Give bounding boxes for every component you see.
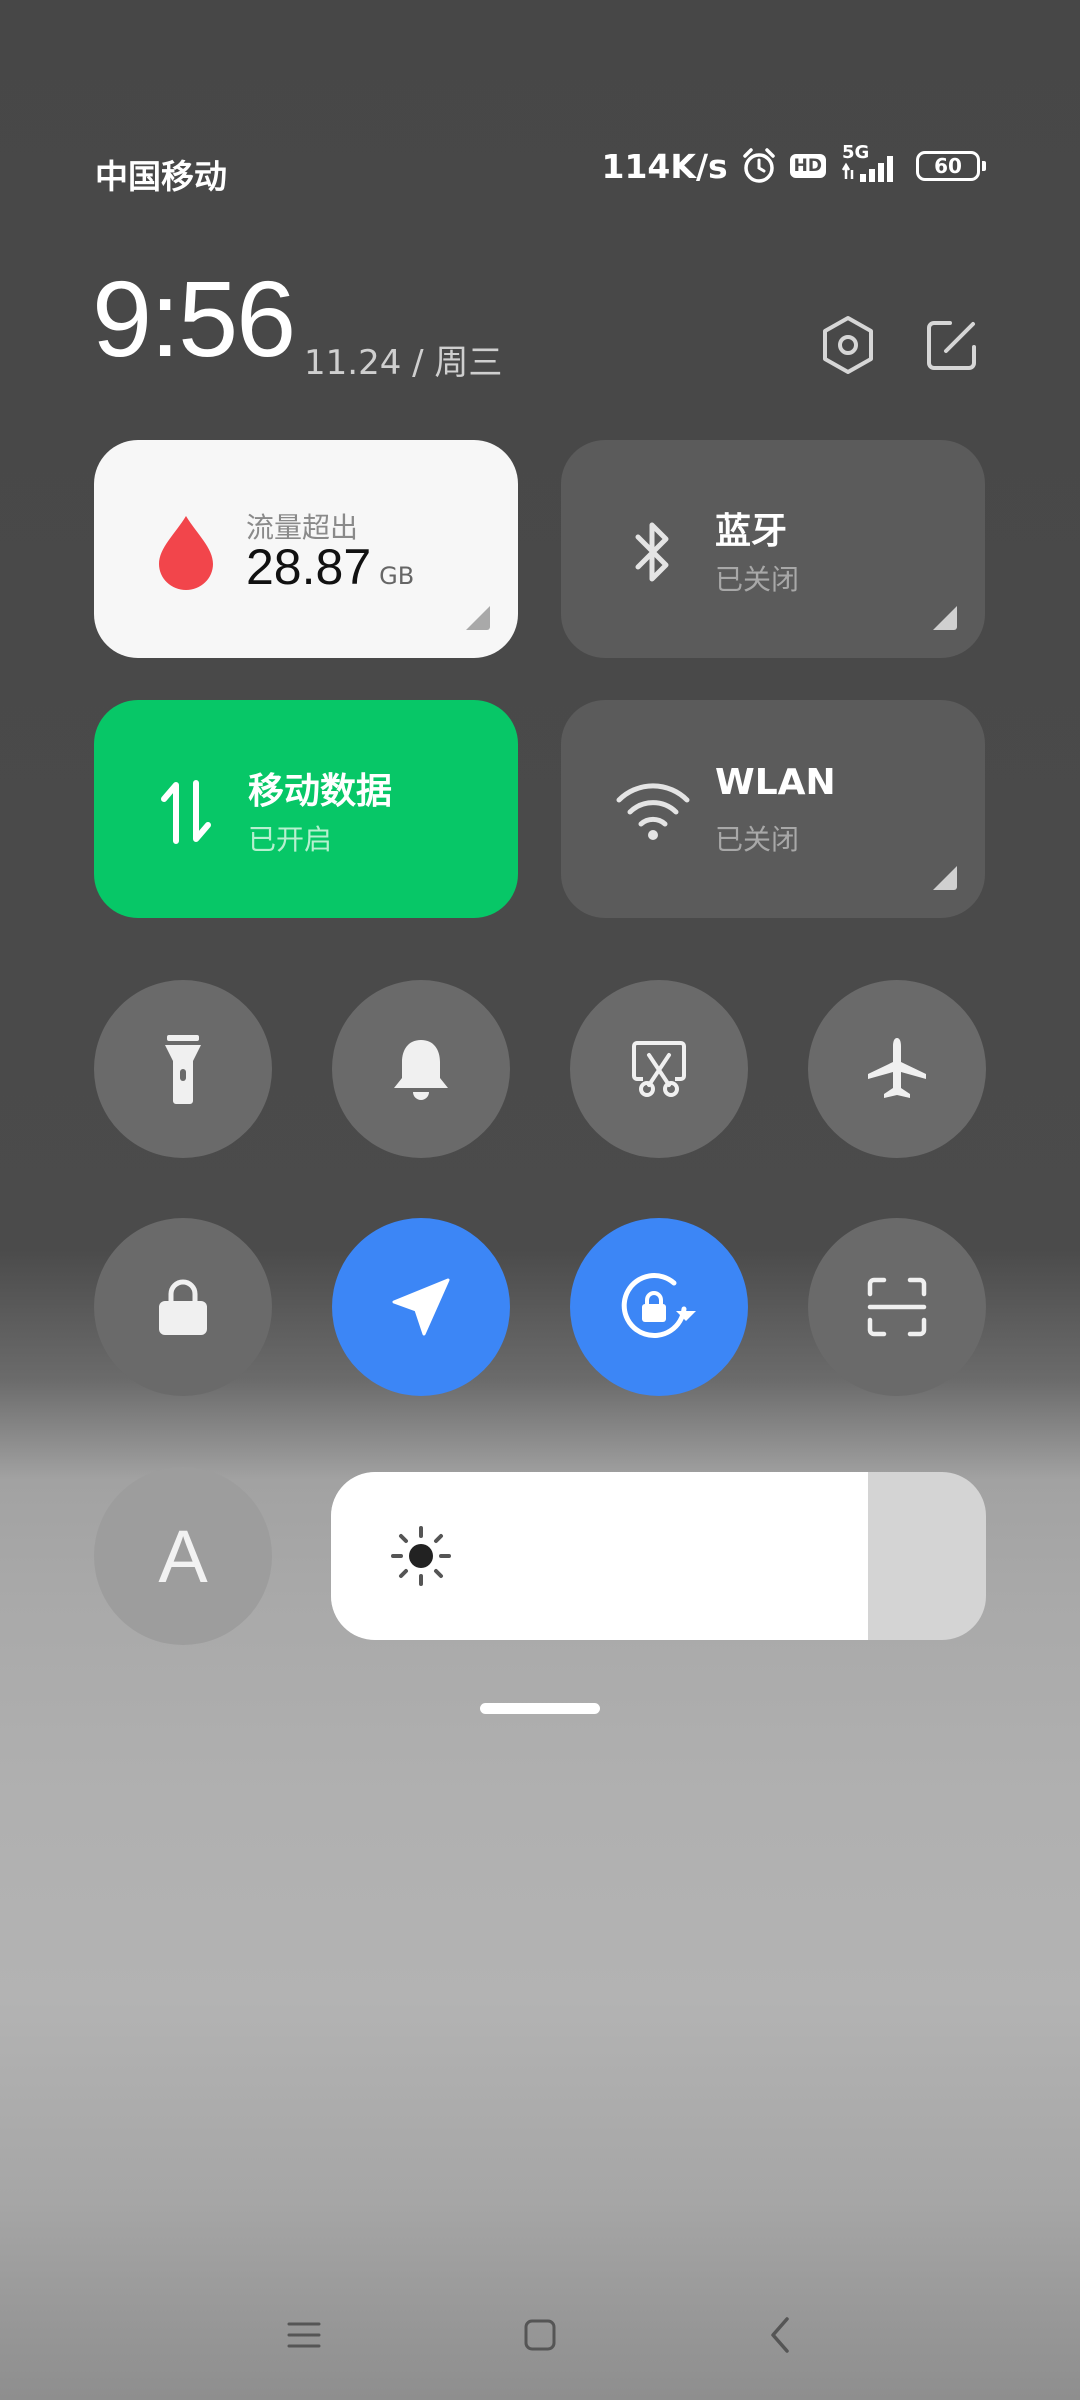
bell-icon [394,1040,448,1100]
mobile-data-tile[interactable]: 移动数据 已开启 [94,700,518,918]
bluetooth-title: 蓝牙 [715,511,788,552]
alarm-icon [742,148,775,183]
lock-icon [159,1279,207,1335]
location-arrow-icon [392,1278,450,1336]
network-speed: 114K/s [601,146,728,186]
menu-icon[interactable] [264,2295,344,2375]
flashlight-icon [165,1035,201,1104]
status-icons: 114K/s HD 5G 60 [601,142,986,186]
mobile-data-title: 移动数据 [248,771,393,812]
brightness-slider[interactable] [331,1472,986,1640]
bluetooth-icon [613,512,693,592]
location-toggle[interactable] [332,1218,510,1396]
edit-icon[interactable] [917,310,987,380]
panel-drag-handle[interactable] [480,1703,600,1714]
flashlight-toggle[interactable] [94,980,272,1158]
screenshot-toggle[interactable] [570,980,748,1158]
expand-corner-icon[interactable] [933,606,957,630]
bluetooth-tile[interactable]: 蓝牙 已关闭 [561,440,985,658]
auto-brightness-label: A [158,1514,208,1598]
airplane-mode-toggle[interactable] [808,980,986,1158]
mobile-data-status: 已开启 [248,823,333,856]
carrier-name: 中国移动 [95,157,227,196]
sun-icon [391,1526,451,1586]
wlan-tile[interactable]: WLAN 已关闭 [561,700,985,918]
battery-icon: 60 [916,151,986,181]
rotation-lock-icon [621,1273,696,1338]
battery-level: 60 [934,154,962,178]
data-usage-value: 28.87 [246,539,372,595]
back-icon[interactable] [740,2295,820,2375]
rotation-lock-toggle[interactable] [570,1218,748,1396]
airplane-icon [868,1038,926,1098]
data-usage-amount: 28.87 GB [246,538,414,596]
wlan-status: 已关闭 [715,823,800,856]
scanner-toggle[interactable] [808,1218,986,1396]
mute-toggle[interactable] [332,980,510,1158]
data-usage-unit: GB [379,562,415,590]
wifi-icon [613,772,693,852]
hd-badge: HD [789,154,826,178]
data-transfer-icon [146,772,226,852]
data-usage-tile[interactable]: 流量超出 28.87 GB [94,440,518,658]
clock-time: 9:56 [92,258,296,379]
bluetooth-status: 已关闭 [715,563,800,596]
expand-corner-icon[interactable] [933,866,957,890]
expand-corner-icon[interactable] [466,606,490,630]
signal-icon: 5G [838,142,904,186]
water-drop-icon [146,512,226,592]
wlan-title: WLAN [715,762,836,803]
hexagon-gear-icon[interactable] [813,310,883,380]
date: 11.24 / 周三 [304,343,503,383]
scan-icon [867,1277,927,1337]
home-icon[interactable] [500,2295,580,2375]
scissors-screenshot-icon [632,1041,686,1097]
lock-screen-toggle[interactable] [94,1218,272,1396]
auto-brightness-toggle[interactable]: A [94,1467,272,1645]
